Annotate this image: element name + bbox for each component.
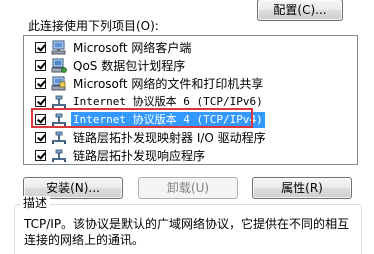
item-checkbox[interactable] bbox=[35, 42, 46, 53]
list-item-file-printer-sharing[interactable]: Microsoft 网络的文件和打印机共享 bbox=[32, 75, 352, 93]
item-checkbox[interactable] bbox=[35, 60, 46, 71]
item-label: QoS 数据包计划程序 bbox=[73, 59, 186, 73]
list-item-network-client[interactable]: Microsoft 网络客户端 bbox=[32, 39, 352, 57]
protocol-icon bbox=[51, 130, 67, 146]
description-title: 描述 bbox=[20, 196, 51, 210]
item-label: Microsoft 网络的文件和打印机共享 bbox=[73, 77, 264, 91]
description-text: TCP/IP。该协议是默认的广域网络协议，它提供在不同的相互连接的网络上的通讯。 bbox=[24, 217, 350, 247]
item-checkbox[interactable] bbox=[35, 132, 46, 143]
network-properties-dialog: 配置(C)... 此连接使用下列项目(O): Microsoft 网络客户端 Q… bbox=[0, 0, 374, 254]
configure-button[interactable]: 配置(C)... bbox=[257, 0, 343, 21]
uninstall-button[interactable]: 卸载(U) bbox=[138, 177, 238, 199]
item-label: Internet 协议版本 4 (TCP/IPv4) bbox=[71, 112, 265, 128]
item-checkbox[interactable] bbox=[35, 114, 46, 125]
list-item-lltd-mapper[interactable]: 链路层拓扑发现映射器 I/O 驱动程序 bbox=[32, 129, 352, 147]
protocol-icon bbox=[51, 112, 67, 128]
qos-scheduler-icon bbox=[51, 58, 67, 74]
list-item-ipv4[interactable]: Internet 协议版本 4 (TCP/IPv4) bbox=[32, 111, 352, 129]
item-label: Internet 协议版本 6 (TCP/IPv6) bbox=[73, 95, 263, 108]
item-label: Microsoft 网络客户端 bbox=[73, 41, 192, 55]
item-label: 链路层拓扑发现响应程序 bbox=[73, 149, 206, 163]
item-checkbox[interactable] bbox=[35, 78, 46, 89]
network-client-icon bbox=[51, 40, 67, 56]
list-item-qos[interactable]: QoS 数据包计划程序 bbox=[32, 57, 352, 75]
properties-button[interactable]: 属性(R) bbox=[252, 177, 352, 199]
protocol-icon bbox=[51, 148, 67, 164]
item-checkbox[interactable] bbox=[35, 150, 46, 161]
item-checkbox[interactable] bbox=[35, 96, 46, 107]
item-label: 链路层拓扑发现映射器 I/O 驱动程序 bbox=[73, 131, 266, 145]
connection-items-list[interactable]: Microsoft 网络客户端 QoS 数据包计划程序 Microsoft 网络… bbox=[23, 35, 358, 165]
list-item-lltd-responder[interactable]: 链路层拓扑发现响应程序 bbox=[32, 147, 352, 165]
connection-items-label: 此连接使用下列项目(O): bbox=[28, 19, 159, 33]
protocol-icon bbox=[51, 94, 67, 110]
file-printer-sharing-icon bbox=[51, 76, 67, 92]
list-item-ipv6[interactable]: Internet 协议版本 6 (TCP/IPv6) bbox=[32, 93, 352, 111]
